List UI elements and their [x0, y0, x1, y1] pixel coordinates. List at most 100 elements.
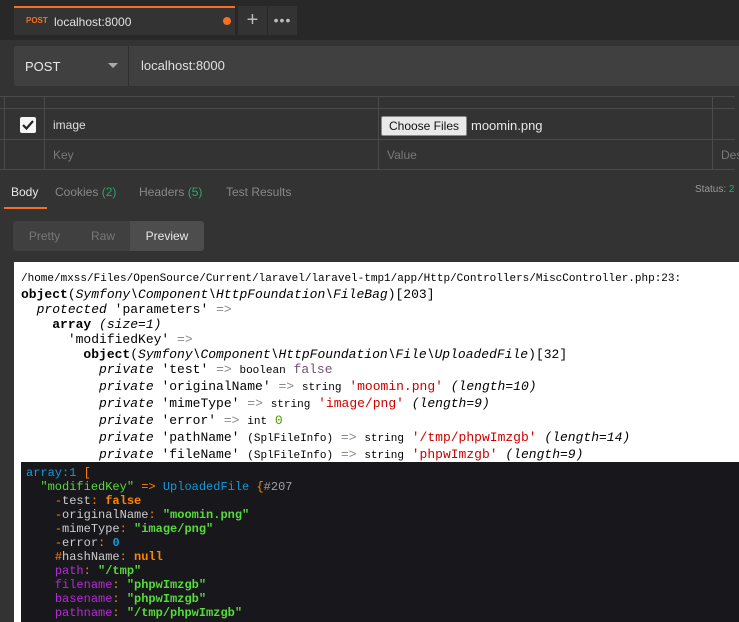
property-length: (length=9): [505, 447, 584, 462]
dump-sigil: -: [54, 522, 63, 536]
status-readout: Status: 2: [695, 184, 734, 195]
tab-headers[interactable]: Headers (5): [139, 185, 202, 199]
dump-prop-name: error: [62, 536, 99, 550]
new-description-field[interactable]: Des: [721, 148, 739, 162]
dump-prop-name: filename: [54, 578, 113, 592]
property-length: (length=10): [450, 379, 537, 394]
property-name: 'mimeType': [161, 396, 240, 411]
symfony-dump: array:1 [ "modifiedKey" => UploadedFile …: [21, 462, 739, 622]
arrow: =>: [216, 302, 232, 317]
dump-ref: #207: [263, 480, 293, 494]
property-value: '/tmp/phpwImzgb': [411, 430, 537, 445]
dump-prop-value: "/tmp": [98, 564, 142, 578]
request-bar: POST localhost:8000: [14, 46, 739, 86]
request-tab[interactable]: POST localhost:8000: [14, 6, 235, 35]
tab-cookies-label: Cookies: [55, 185, 99, 199]
dump-line: basename: "phpwImzgb": [54, 592, 207, 606]
table-divider: [0, 169, 735, 170]
status-value: 2: [728, 184, 735, 195]
selected-file-name: moomin.png: [471, 118, 543, 133]
dump-sigil: -: [54, 536, 63, 550]
dump-prop-value: "phpwImzgb": [126, 578, 207, 592]
property-line: private 'error' => int 0: [21, 413, 283, 428]
new-key-field[interactable]: Key: [53, 148, 74, 162]
form-key-field[interactable]: image: [53, 118, 86, 132]
dump-prop-value: "moomin.png": [162, 508, 250, 522]
property-name: 'parameters': [114, 302, 209, 317]
table-divider: [0, 108, 735, 109]
dump-lines: -test: false -originalName: "moomin.png"…: [26, 494, 249, 620]
url-input[interactable]: localhost:8000: [141, 58, 225, 73]
visibility-keyword: private: [99, 362, 154, 377]
object-class: Symfony\Component\HttpFoundation\File\Up…: [138, 347, 529, 362]
tab-body[interactable]: Body: [11, 185, 38, 199]
property-name: 'pathName': [161, 430, 240, 445]
view-mode-toggle: Pretty Raw Preview: [13, 221, 204, 251]
dump-prop-name: path: [54, 564, 84, 578]
view-mode-preview[interactable]: Preview: [130, 221, 204, 251]
property-line: private 'test' => boolean false: [21, 362, 333, 377]
object-id: [203]: [395, 287, 435, 302]
dump-sigil: #: [54, 550, 63, 564]
object-keyword: object: [21, 287, 68, 302]
new-tab-button[interactable]: +: [238, 6, 267, 35]
status-label: Status:: [695, 184, 727, 195]
table-divider: [0, 139, 735, 140]
object-keyword: object: [83, 347, 131, 362]
tab-cookies[interactable]: Cookies (2): [55, 185, 116, 199]
dump-prop-value: "phpwImzgb": [126, 592, 207, 606]
more-tabs-button[interactable]: •••: [268, 6, 297, 35]
tab-body-label: Body: [11, 185, 39, 199]
dump-prop-name: test: [62, 494, 91, 508]
tab-bar: POST localhost:8000 + •••: [0, 0, 739, 40]
property-value: 'moomin.png': [349, 379, 443, 394]
property-prefix: (SplFileInfo): [247, 450, 334, 462]
arrow: =>: [340, 430, 357, 445]
dump-line: #hashName: null: [54, 550, 163, 564]
choose-files-button[interactable]: Choose Files: [381, 116, 467, 136]
dump-prop-name: basename: [54, 592, 113, 606]
chevron-down-icon: [108, 63, 118, 68]
row-enabled-checkbox[interactable]: [20, 117, 36, 133]
property-length: (length=9): [411, 396, 490, 411]
arrow: =>: [340, 447, 357, 462]
property-type: int: [247, 416, 268, 428]
visibility-keyword: protected: [36, 302, 107, 317]
method-select[interactable]: POST: [14, 46, 129, 86]
property-length: (length=14): [544, 430, 631, 445]
tab-test-results[interactable]: Test Results: [226, 185, 291, 199]
property-value: false: [293, 362, 333, 377]
dump-prop-name: hashName: [62, 550, 120, 564]
table-divider: [44, 96, 45, 170]
response-preview: /home/mxss/Files/OpenSource/Current/lara…: [14, 262, 739, 622]
dump-key: "modifiedKey": [40, 480, 135, 494]
visibility-keyword: private: [99, 379, 154, 394]
tab-method-label: POST: [26, 16, 48, 25]
dump-prop-value: "/tmp/phpwImzgb": [126, 606, 243, 620]
dump-sigil: -: [54, 494, 63, 508]
dump-prop-name: originalName: [62, 508, 149, 522]
dump-line: filename: "phpwImzgb": [54, 578, 207, 592]
table-divider: [4, 96, 5, 170]
cookies-count: (2): [101, 185, 117, 199]
dump-prop-value: null: [134, 550, 163, 564]
visibility-keyword: private: [99, 430, 154, 445]
property-value: 0: [274, 413, 283, 428]
checkmark-icon: [22, 120, 34, 131]
new-value-field[interactable]: Value: [387, 148, 417, 162]
view-mode-raw[interactable]: Raw: [76, 221, 130, 251]
property-line: private 'mimeType' => string 'image/png'…: [21, 396, 490, 411]
method-select-value: POST: [25, 59, 61, 74]
tab-headers-label: Headers: [139, 185, 185, 199]
visibility-keyword: private: [99, 396, 154, 411]
tab-test-results-label: Test Results: [226, 185, 292, 199]
property-line: private 'fileName' (SplFileInfo) => stri…: [21, 447, 583, 462]
property-line: private 'originalName' => string 'moomin…: [21, 379, 537, 394]
view-mode-pretty[interactable]: Pretty: [13, 221, 76, 251]
table-divider: [378, 96, 379, 170]
object-class: Symfony\Component\HttpFoundation\FileBag: [75, 287, 388, 302]
arrow: =>: [177, 332, 193, 347]
dump-prop-name: pathname: [54, 606, 113, 620]
property-prefix: (SplFileInfo): [247, 433, 334, 445]
table-divider: [712, 96, 713, 170]
